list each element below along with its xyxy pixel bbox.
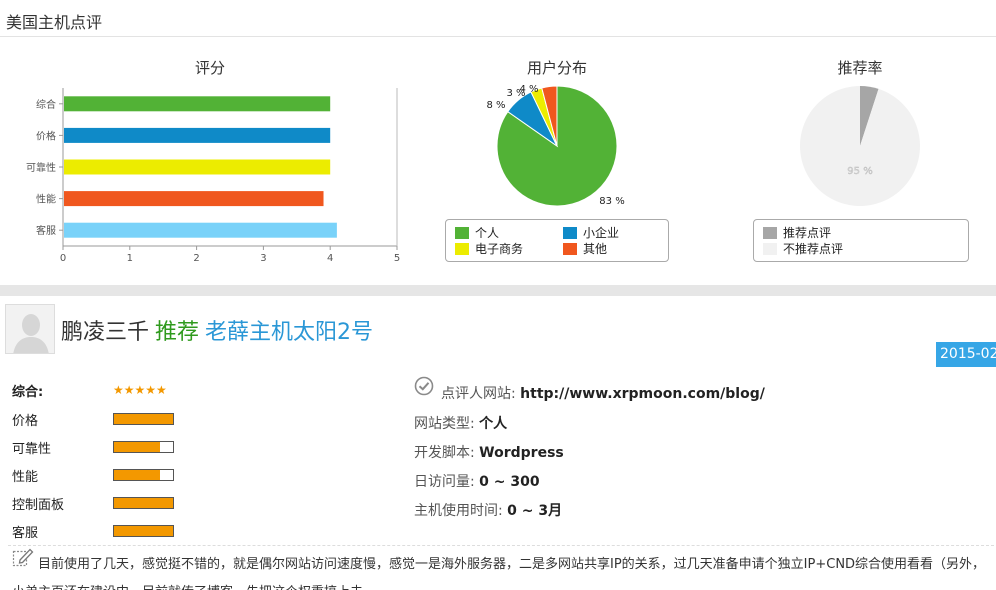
page-header: 美国主机点评 [0,0,996,37]
score-bar [113,441,174,453]
pie-label: 4 % [519,84,538,95]
score-row: 价格 [12,410,192,429]
legend-swatch [455,227,469,239]
bar [64,191,324,207]
legend-swatch [763,243,777,255]
avatar[interactable] [5,304,55,354]
bar [64,222,337,238]
legend-swatch [563,227,577,239]
score-bar [113,497,174,509]
y-tick-label: 可靠性 [26,161,56,174]
review-verdict: 推荐 [155,320,200,345]
comment-separator [8,545,994,546]
y-tick-label: 性能 [36,193,56,206]
check-circle-icon [414,376,434,396]
reviewer-site-link[interactable]: http://www.xrpmoon.com/blog/ [520,386,765,402]
info-site-type: 网站类型: 个人 [414,416,508,432]
recommend-chart-title: 推荐率 [837,59,883,77]
page-title: 美国主机点评 [6,13,103,32]
x-tick-label: 0 [60,253,66,264]
score-bar-fill [114,470,161,480]
score-row: 客服 [12,522,192,541]
score-row: 性能 [12,466,192,485]
info-daily-visits: 日访问量: 0 ~ 300 [414,474,540,490]
pie-label: 8 % [486,100,505,111]
score-bar-fill [114,498,173,508]
x-tick-label: 5 [394,253,400,264]
x-tick-label: 4 [327,253,333,264]
rating-chart-title: 评分 [194,59,225,77]
legend-swatch [455,243,469,255]
score-row-overall: 综合: ★★★★★ [12,381,192,400]
pie-label: 95 % [847,166,872,177]
x-tick-label: 2 [193,253,199,264]
score-label: 价格 [12,414,39,429]
score-label: 控制面板 [12,498,65,513]
pie-slice [800,86,920,206]
review-host-link[interactable]: 老薛主机太阳2号 [205,320,373,345]
score-label: 客服 [12,526,39,541]
x-tick-label: 3 [260,253,266,264]
y-tick-label: 综合 [36,98,56,111]
info-reviewer-site: 点评人网站: http://www.xrpmoon.com/blog/ [441,386,765,402]
bar [64,96,331,112]
info-dev-script: 开发脚本: Wordpress [414,445,564,461]
review-author[interactable]: 鹏凌三千 [61,320,149,345]
users-legend: 个人 小企业 电子商务 其他 [445,219,669,262]
users-chart-title: 用户分布 [526,59,587,77]
bar [64,127,331,143]
star-rating: ★★★★★ [113,383,167,397]
section-divider [0,285,996,296]
info-usage-time: 主机使用时间: 0 ~ 3月 [414,503,563,519]
bar [64,159,331,175]
recommend-legend: 推荐点评 不推荐点评 [753,219,969,262]
score-bar [113,413,174,425]
score-bar [113,469,174,481]
legend-swatch [563,243,577,255]
score-bar-fill [114,442,161,452]
review-comment: 目前使用了几天，感觉挺不错的，就是偶尔网站访问速度慢，感觉一是海外服务器，二是多… [12,557,986,590]
users-pie-chart: 83 %8 %3 %4 % [486,84,624,207]
score-row: 可靠性 [12,438,192,457]
score-row: 控制面板 [12,494,192,513]
review-header: 鹏凌三千 推荐 老薛主机太阳2号 [61,314,373,346]
score-label: 性能 [12,470,39,485]
y-tick-label: 价格 [36,129,56,142]
review-date-badge: 2015-02- [936,342,996,367]
legend-swatch [763,227,777,239]
user-silhouette-icon [6,305,54,353]
score-label: 可靠性 [12,442,52,457]
score-bar-fill [114,414,173,424]
recommend-pie-chart: 95 % [800,86,920,206]
score-label: 综合: [12,385,44,400]
x-tick-label: 1 [127,253,133,264]
pie-label: 83 % [599,196,624,207]
score-bar-fill [114,526,173,536]
score-bar [113,525,174,537]
rating-bar-chart: 综合价格可靠性性能客服 0 1 2 3 4 5 [26,88,400,264]
y-tick-label: 客服 [36,224,56,237]
